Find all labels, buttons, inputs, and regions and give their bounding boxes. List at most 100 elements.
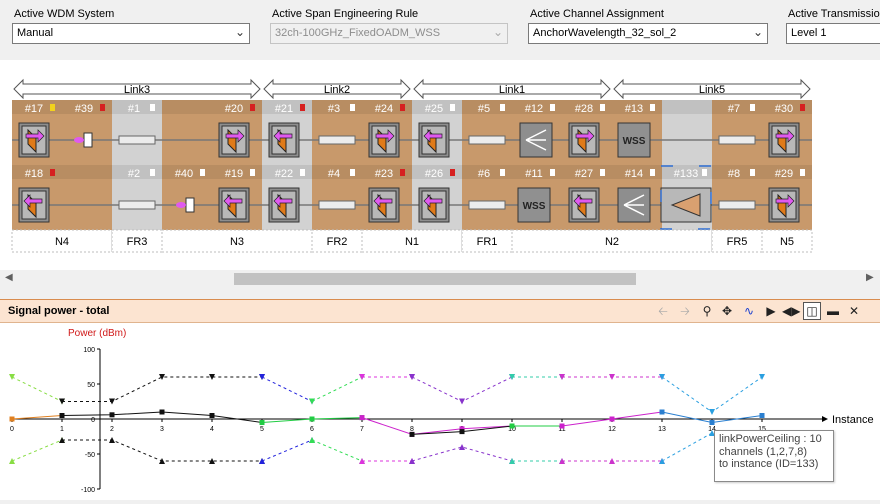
y-tick-label: 100: [83, 347, 95, 354]
terminal-icon: [218, 187, 250, 223]
element-id-label: #8: [728, 168, 740, 180]
data-point: [159, 374, 165, 380]
series-line: [661, 432, 713, 462]
element-id-label: #28: [575, 103, 593, 115]
scroll-right-icon[interactable]: ▶: [866, 272, 874, 283]
trend-line-icon[interactable]: ∿: [740, 302, 758, 320]
status-marker: [250, 169, 255, 176]
forward-arrow-icon[interactable]: 🡢: [676, 302, 694, 320]
terminal-icon: [268, 187, 300, 223]
fiber-span-icon: [718, 135, 756, 145]
series-line: [62, 376, 262, 402]
site-label: FR3: [127, 236, 148, 248]
x-tick-label: 3: [160, 426, 164, 433]
panel-header: Signal power - total 🡠 🡢 ⚲ ✥ ∿ ▶​ ◀▶ ◫ ▬…: [0, 300, 880, 323]
data-point: [109, 412, 115, 418]
site-label: FR1: [477, 236, 498, 248]
series-line: [261, 439, 313, 462]
data-point: [709, 409, 715, 415]
data-point: [309, 416, 315, 422]
y-tick-label: 50: [87, 382, 95, 389]
scrollbar-thumb[interactable]: [234, 273, 636, 285]
data-point: [109, 398, 115, 405]
y-axis-label: Power (dBm): [68, 328, 126, 339]
data-point: [59, 413, 65, 418]
status-marker: [400, 169, 405, 176]
status-marker: [650, 104, 655, 111]
status-marker: [250, 104, 255, 111]
channel-assignment-select[interactable]: AnchorWavelength_32_sol_2 ⌄: [528, 23, 768, 44]
pan-icon[interactable]: ✥: [718, 302, 736, 320]
transmission-select[interactable]: Level 1: [786, 23, 880, 44]
site-label: N4: [55, 236, 69, 248]
element-id-label: #17: [25, 103, 43, 115]
chevron-down-icon: ⌄: [492, 25, 503, 39]
status-marker: [100, 104, 105, 111]
element-id-label: #13: [625, 103, 643, 115]
element-id-label: #18: [25, 168, 43, 180]
data-point: [609, 416, 615, 422]
element-id-label: #21: [275, 103, 293, 115]
attenuator-icon: [74, 137, 84, 143]
transmission-label: Active Transmissio: [788, 8, 880, 20]
element-id-label: #30: [775, 103, 793, 115]
data-point: [709, 420, 715, 425]
wdm-system-label: Active WDM System: [14, 8, 115, 20]
chevron-down-icon: ⌄: [752, 25, 763, 39]
status-marker: [500, 169, 505, 176]
x-tick-label: 12: [608, 426, 616, 433]
element-id-label: #7: [728, 103, 740, 115]
status-marker: [350, 169, 355, 176]
element-id-label: #29: [775, 168, 793, 180]
span-rule-select[interactable]: 32ch-100GHz_FixedOADM_WSS ⌄: [270, 23, 508, 44]
status-marker: [750, 104, 755, 111]
dock-panel-icon[interactable]: ◫: [803, 302, 821, 320]
terminal-icon: [368, 122, 400, 158]
data-point: [459, 444, 465, 450]
channel-assignment-group: Active Channel Assignment AnchorWaveleng…: [528, 6, 768, 46]
zoom-icon[interactable]: ⚲: [698, 302, 716, 320]
status-marker: [200, 169, 205, 176]
wdm-system-select[interactable]: Manual ⌄: [12, 23, 250, 44]
data-point: [9, 416, 15, 422]
fiber-span-icon: [718, 200, 756, 210]
wss-label: WSS: [523, 201, 546, 212]
element-id-label: #25: [425, 103, 443, 115]
data-point: [509, 423, 515, 429]
data-point: [259, 374, 265, 380]
data-point: [759, 374, 765, 380]
link-label: Link2: [324, 84, 350, 96]
element-id-label: #133: [674, 168, 698, 180]
network-diagram-canvas: Link3 Link2 Link1 Link5 #17 #39 #1 #20 #21 #3 #24 #…: [11, 78, 813, 253]
minimize-icon[interactable]: ▬: [824, 302, 842, 320]
step-forward-icon[interactable]: ▶​: [762, 302, 780, 320]
status-marker: [150, 169, 155, 176]
y-tick-label: -100: [81, 487, 95, 494]
close-icon[interactable]: ✕: [845, 302, 863, 320]
element-id-label: #4: [328, 168, 340, 180]
diagram-horizontal-scrollbar[interactable]: ◀ ▶: [0, 270, 880, 288]
span-rule-label: Active Span Engineering Rule: [272, 8, 419, 20]
element-id-label: #39: [75, 103, 93, 115]
element-id-label: #5: [478, 103, 490, 115]
connector-icon: [185, 197, 195, 213]
link-label: Link3: [124, 84, 150, 96]
panel-title: Signal power - total: [8, 305, 110, 317]
fiber-span-icon: [468, 200, 506, 210]
back-arrow-icon[interactable]: 🡠: [654, 302, 672, 320]
data-point: [259, 458, 265, 464]
status-marker: [750, 169, 755, 176]
status-marker: [50, 104, 55, 111]
data-point: [459, 429, 465, 435]
scroll-left-icon[interactable]: ◀: [5, 272, 13, 283]
fit-width-icon[interactable]: ◀▶: [782, 302, 800, 320]
channel-assignment-value: AnchorWavelength_32_sol_2: [533, 27, 677, 39]
status-marker: [500, 104, 505, 111]
status-marker: [400, 104, 405, 111]
data-point: [309, 398, 315, 405]
data-point: [409, 431, 415, 437]
data-point: [359, 415, 365, 421]
terminal-icon: [568, 122, 600, 158]
data-point: [159, 409, 165, 415]
site-label: N1: [405, 236, 419, 248]
